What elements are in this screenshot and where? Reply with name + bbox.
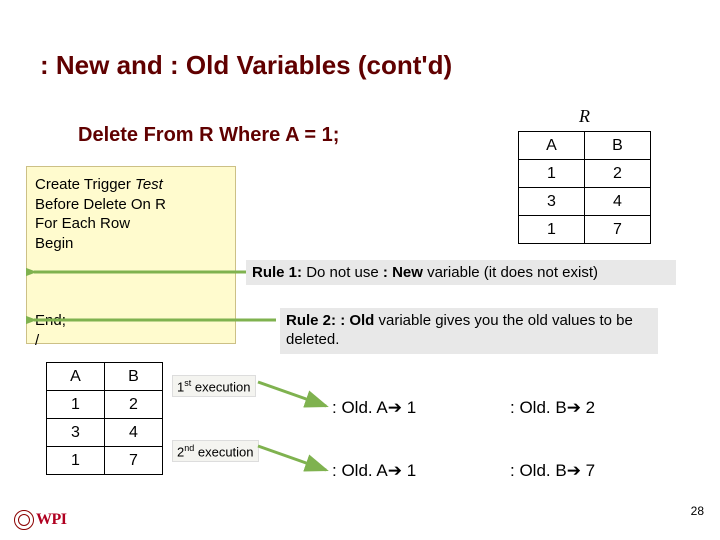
old-b-value-1: : Old. B➔ 2 <box>510 398 595 418</box>
arrow-icon <box>256 442 336 476</box>
old-a-value-1: : Old. A➔ 1 <box>332 398 416 418</box>
code-line: / <box>35 332 39 349</box>
page-number: 28 <box>691 504 704 518</box>
rule-keyword: : Old <box>340 312 378 329</box>
code-line: Create Trigger Test <box>35 176 163 193</box>
rule-text: Do not use <box>306 264 383 281</box>
table-row: A B <box>47 363 163 391</box>
rule-2-box: Rule 2: : Old variable gives you the old… <box>280 308 658 354</box>
rule-1-box: Rule 1: Do not use : New variable (it do… <box>246 260 676 285</box>
table-header: A <box>519 132 585 160</box>
table-row: 1 7 <box>47 447 163 475</box>
trigger-code-block: Create Trigger Test Before Delete On R F… <box>26 166 236 344</box>
table-small: A B 1 2 3 4 1 7 <box>46 362 163 475</box>
table-cell: 1 <box>519 160 585 188</box>
code-line: Begin <box>35 235 73 252</box>
arrow-icon: ➔ <box>388 398 402 417</box>
wpi-logo: WPI <box>14 508 84 532</box>
table-row: 3 4 <box>47 419 163 447</box>
code-line: End; <box>35 311 227 331</box>
arrow-icon: ➔ <box>567 461 581 480</box>
table-row: 1 7 <box>519 216 651 244</box>
table-cell: 3 <box>519 188 585 216</box>
rule-text: variable (it does not exist) <box>427 264 598 281</box>
rule-label: Rule 2: <box>286 312 340 329</box>
logo-text: WPI <box>36 511 67 529</box>
table-header: B <box>585 132 651 160</box>
table-header: B <box>105 363 163 391</box>
table-header: A <box>47 363 105 391</box>
table-cell: 4 <box>585 188 651 216</box>
table-row: A B <box>519 132 651 160</box>
table-cell: 4 <box>105 419 163 447</box>
table-row: 1 2 <box>47 391 163 419</box>
table-r-container: R A B 1 2 3 4 1 7 <box>518 106 651 244</box>
first-execution-label: 1st execution <box>172 375 256 397</box>
seal-icon <box>14 510 34 530</box>
table-r-name: R <box>518 106 651 127</box>
arrow-icon: ➔ <box>388 461 402 480</box>
table-cell: 2 <box>105 391 163 419</box>
code-line: For Each Row <box>35 215 130 232</box>
delete-statement: Delete From R Where A = 1; <box>78 124 339 147</box>
table-small-container: A B 1 2 3 4 1 7 <box>46 362 163 475</box>
old-b-value-2: : Old. B➔ 7 <box>510 461 595 481</box>
rule-keyword: : New <box>383 264 427 281</box>
slide-title: : New and : Old Variables (cont'd) <box>40 50 452 81</box>
table-cell: 7 <box>585 216 651 244</box>
table-row: 3 4 <box>519 188 651 216</box>
code-line: Before Delete On R <box>35 196 166 213</box>
second-execution-label: 2nd execution <box>172 440 259 462</box>
arrow-icon: ➔ <box>567 398 581 417</box>
table-cell: 1 <box>47 447 105 475</box>
table-cell: 1 <box>519 216 585 244</box>
table-cell: 7 <box>105 447 163 475</box>
old-a-value-2: : Old. A➔ 1 <box>332 461 416 481</box>
rule-label: Rule 1: <box>252 264 306 281</box>
table-cell: 1 <box>47 391 105 419</box>
table-row: 1 2 <box>519 160 651 188</box>
table-cell: 2 <box>585 160 651 188</box>
table-r: A B 1 2 3 4 1 7 <box>518 131 651 244</box>
arrow-icon <box>256 378 336 412</box>
table-cell: 3 <box>47 419 105 447</box>
